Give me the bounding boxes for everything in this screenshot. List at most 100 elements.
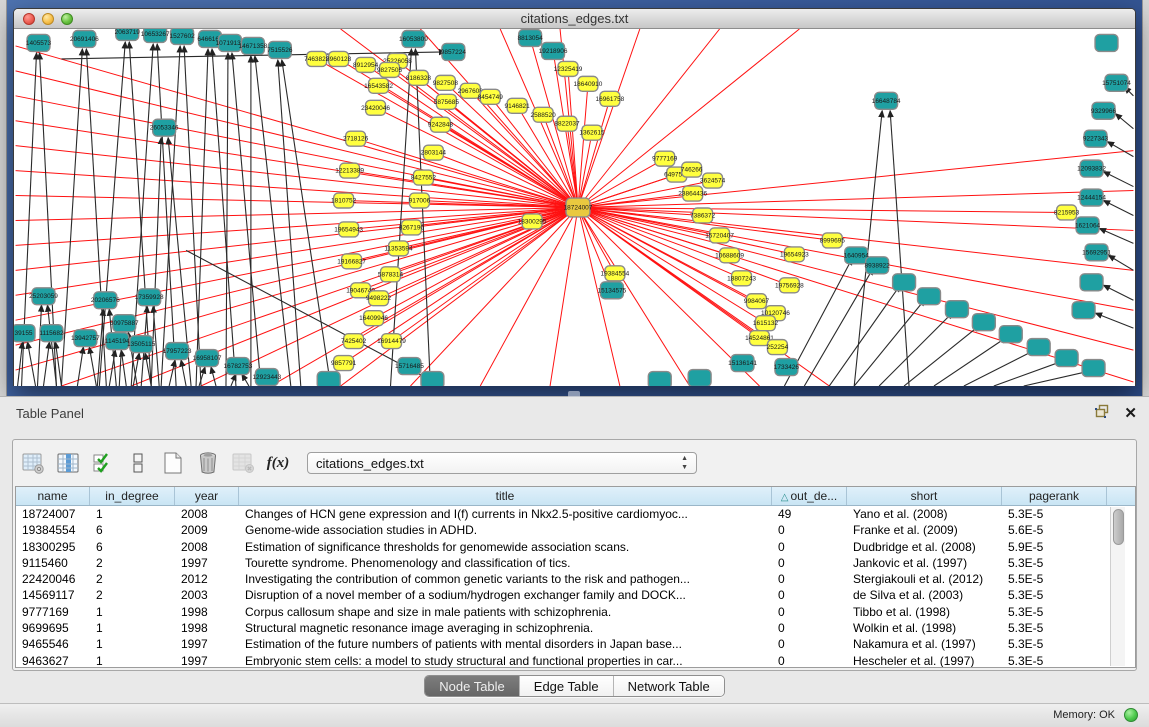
table-cell[interactable]: Disruption of a novel member of a sodium… [239, 587, 772, 603]
table-cell[interactable]: 9463627 [16, 653, 90, 668]
create-table-icon[interactable] [161, 451, 185, 475]
table-cell[interactable]: 1997 [175, 636, 239, 652]
table-cell[interactable]: 1 [90, 620, 175, 636]
table-cell[interactable]: Tourette syndrome. Phenomenology and cla… [239, 555, 772, 571]
table-cell[interactable]: 1997 [175, 555, 239, 571]
graph-node[interactable] [317, 372, 340, 386]
table-cell[interactable]: 19384554 [16, 522, 90, 538]
table-vertical-scrollbar[interactable] [1110, 507, 1125, 666]
column-header-title[interactable]: title [239, 487, 772, 505]
import-table-icon[interactable] [231, 451, 255, 475]
table-cell[interactable]: 0 [772, 620, 847, 636]
table-cell[interactable]: 1997 [175, 653, 239, 668]
table-row[interactable]: 969969511998Structural magnetic resonanc… [16, 620, 1135, 636]
table-cell[interactable]: 1998 [175, 620, 239, 636]
graph-node[interactable] [1072, 302, 1095, 319]
table-cell[interactable]: 22420046 [16, 571, 90, 587]
tab-edge-table[interactable]: Edge Table [520, 676, 614, 696]
panel-splitter-handle[interactable] [568, 391, 580, 397]
table-cell[interactable]: 2 [90, 571, 175, 587]
graph-node[interactable] [1082, 360, 1105, 377]
graph-node[interactable] [945, 301, 968, 318]
column-header-name[interactable]: name [16, 487, 90, 505]
table-cell[interactable]: 2003 [175, 587, 239, 603]
graph-node[interactable] [999, 326, 1022, 343]
table-cell[interactable]: 5.3E-5 [1002, 604, 1107, 620]
graph-node[interactable] [688, 370, 711, 386]
table-cell[interactable]: 18724007 [16, 506, 90, 522]
table-cell[interactable]: Hescheler et al. (1997) [847, 653, 1002, 668]
table-cell[interactable]: 0 [772, 653, 847, 668]
table-cell[interactable]: 2012 [175, 571, 239, 587]
table-cell[interactable]: Wolkin et al. (1998) [847, 620, 1002, 636]
table-cell[interactable]: 18300295 [16, 539, 90, 555]
table-cell[interactable]: Stergiakouli et al. (2012) [847, 571, 1002, 587]
table-cell[interactable]: Dudbridge et al. (2008) [847, 539, 1002, 555]
graph-node[interactable] [648, 372, 671, 386]
network-table-select[interactable]: citations_edges.txt ▲▼ [307, 452, 697, 474]
table-cell[interactable]: 5.3E-5 [1002, 620, 1107, 636]
table-settings-icon[interactable] [21, 451, 45, 475]
table-cell[interactable]: 2008 [175, 506, 239, 522]
table-cell[interactable]: 14569117 [16, 587, 90, 603]
table-cell[interactable]: Corpus callosum shape and size in male p… [239, 604, 772, 620]
table-row[interactable]: 911546021997Tourette syndrome. Phenomeno… [16, 555, 1135, 571]
table-cell[interactable]: Yano et al. (2008) [847, 506, 1002, 522]
table-cell[interactable]: 0 [772, 636, 847, 652]
table-row[interactable]: 946362711997Embryonic stem cells: a mode… [16, 653, 1135, 668]
table-cell[interactable]: 0 [772, 571, 847, 587]
table-cell[interactable]: Estimation of the future numbers of pati… [239, 636, 772, 652]
table-row[interactable]: 1938455462009Genome-wide association stu… [16, 522, 1135, 538]
citation-network-graph[interactable]: 7463822896012889129542522605898275051654… [14, 29, 1135, 386]
table-cell[interactable]: 9777169 [16, 604, 90, 620]
table-cell[interactable]: Investigating the contribution of common… [239, 571, 772, 587]
graph-node[interactable] [421, 372, 444, 386]
function-builder-icon[interactable]: f(x) [266, 451, 290, 475]
zoom-window-icon[interactable] [61, 13, 73, 25]
table-cell[interactable]: 2008 [175, 539, 239, 555]
table-cell[interactable]: 5.3E-5 [1002, 555, 1107, 571]
table-cell[interactable]: 0 [772, 587, 847, 603]
table-cell[interactable]: 6 [90, 522, 175, 538]
column-header-out-de-[interactable]: △out_de... [772, 487, 847, 505]
table-cell[interactable]: 5.3E-5 [1002, 653, 1107, 668]
table-row[interactable]: 1456911722003Disruption of a novel membe… [16, 587, 1135, 603]
table-cell[interactable]: Nakamura et al. (1997) [847, 636, 1002, 652]
window-titlebar[interactable]: citations_edges.txt [14, 9, 1135, 29]
table-cell[interactable]: Estimation of significance thresholds fo… [239, 539, 772, 555]
table-cell[interactable]: 1 [90, 636, 175, 652]
table-cell[interactable]: 5.3E-5 [1002, 587, 1107, 603]
table-cell[interactable]: 0 [772, 539, 847, 555]
table-row[interactable]: 946554611997Estimation of the future num… [16, 636, 1135, 652]
column-header-in-degree[interactable]: in_degree [90, 487, 175, 505]
table-cell[interactable]: 0 [772, 604, 847, 620]
table-cell[interactable]: Structural magnetic resonance image aver… [239, 620, 772, 636]
show-columns-icon[interactable] [56, 451, 80, 475]
table-cell[interactable]: 9115460 [16, 555, 90, 571]
table-cell[interactable]: 6 [90, 539, 175, 555]
graph-node[interactable] [1080, 274, 1103, 291]
table-cell[interactable]: 5.3E-5 [1002, 636, 1107, 652]
column-header-short[interactable]: short [847, 487, 1002, 505]
table-cell[interactable]: Genome-wide association studies in ADHD. [239, 522, 772, 538]
table-row[interactable]: 977716911998Corpus callosum shape and si… [16, 604, 1135, 620]
column-header-year[interactable]: year [175, 487, 239, 505]
table-cell[interactable]: 49 [772, 506, 847, 522]
minimize-window-icon[interactable] [42, 13, 54, 25]
table-cell[interactable]: Jankovic et al. (1997) [847, 555, 1002, 571]
close-panel-icon[interactable]: ✕ [1124, 406, 1137, 421]
table-cell[interactable]: 2 [90, 587, 175, 603]
table-row[interactable]: 1830029562008Estimation of significance … [16, 539, 1135, 555]
graph-node[interactable] [1055, 350, 1078, 367]
table-cell[interactable]: 5.5E-5 [1002, 571, 1107, 587]
table-cell[interactable]: 1 [90, 604, 175, 620]
table-cell[interactable]: 2 [90, 555, 175, 571]
table-cell[interactable]: Tibbo et al. (1998) [847, 604, 1002, 620]
network-canvas[interactable]: 7463822896012889129542522605898275051654… [14, 29, 1135, 386]
table-cell[interactable]: Franke et al. (2009) [847, 522, 1002, 538]
table-cell[interactable]: 9465546 [16, 636, 90, 652]
table-cell[interactable]: 2009 [175, 522, 239, 538]
delete-table-icon[interactable] [196, 451, 220, 475]
graph-node[interactable] [972, 314, 995, 331]
table-cell[interactable]: 1998 [175, 604, 239, 620]
